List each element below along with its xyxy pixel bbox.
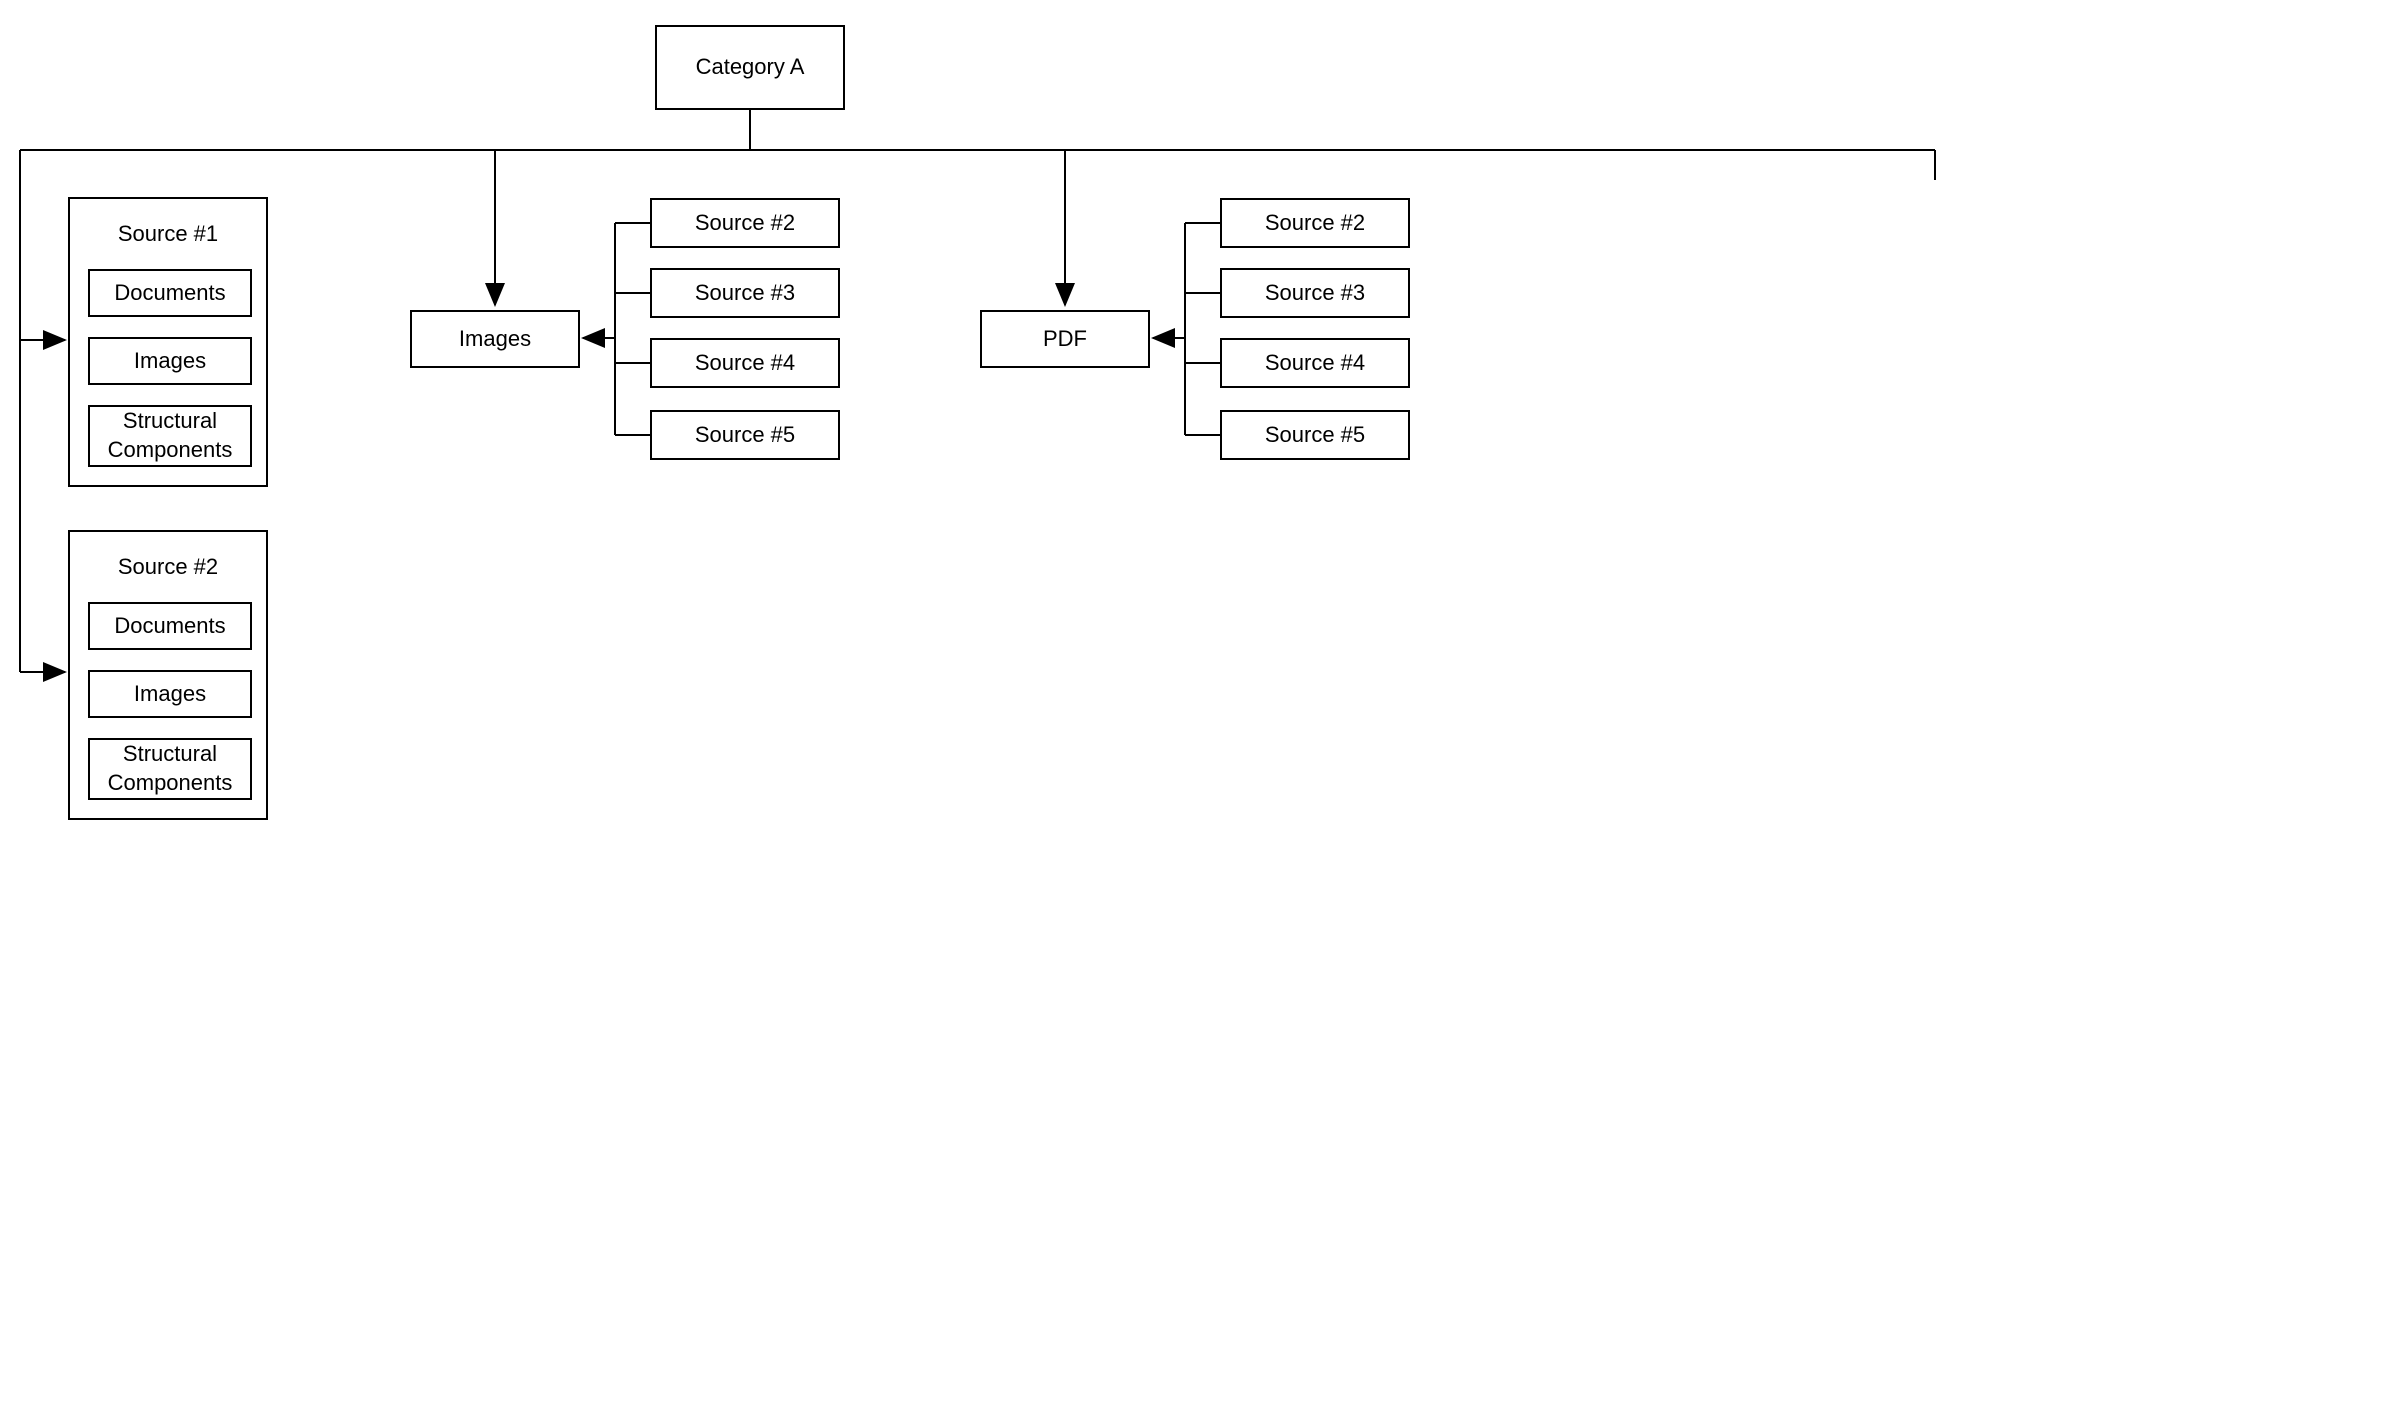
root-category-box: Category A [655,25,845,110]
source1-item-label: Documents [114,279,225,308]
source1-title: Source #1 [70,221,266,247]
source2-item-label: Images [134,680,206,709]
source1-item-documents: Documents [88,269,252,317]
right-source-2: Source #2 [1220,198,1410,248]
middle-source-label: Source #5 [695,421,795,450]
source1-item-label: Structural Components [90,407,250,464]
images-box: Images [410,310,580,368]
right-source-label: Source #4 [1265,349,1365,378]
middle-source-3: Source #3 [650,268,840,318]
right-source-3: Source #3 [1220,268,1410,318]
source2-item-images: Images [88,670,252,718]
middle-source-label: Source #2 [695,209,795,238]
source1-item-images: Images [88,337,252,385]
pdf-box: PDF [980,310,1150,368]
source1-item-structural: Structural Components [88,405,252,467]
source2-container: Source #2 Documents Images Structural Co… [68,530,268,820]
source2-item-structural: Structural Components [88,738,252,800]
pdf-label: PDF [1043,325,1087,354]
right-source-label: Source #5 [1265,421,1365,450]
images-label: Images [459,325,531,354]
source1-item-label: Images [134,347,206,376]
middle-source-label: Source #4 [695,349,795,378]
source1-container: Source #1 Documents Images Structural Co… [68,197,268,487]
middle-source-5: Source #5 [650,410,840,460]
source2-item-label: Structural Components [90,740,250,797]
source2-title: Source #2 [70,554,266,580]
diagram-connectors [0,0,2392,1407]
source2-item-documents: Documents [88,602,252,650]
middle-source-label: Source #3 [695,279,795,308]
root-label: Category A [696,53,805,82]
right-source-4: Source #4 [1220,338,1410,388]
middle-source-2: Source #2 [650,198,840,248]
source2-item-label: Documents [114,612,225,641]
right-source-label: Source #2 [1265,209,1365,238]
right-source-label: Source #3 [1265,279,1365,308]
right-source-5: Source #5 [1220,410,1410,460]
middle-source-4: Source #4 [650,338,840,388]
